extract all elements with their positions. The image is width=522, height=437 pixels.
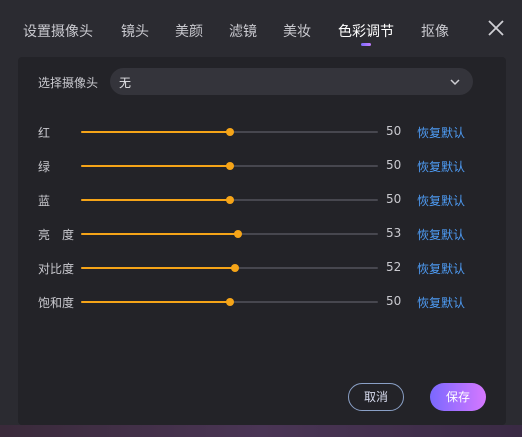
reset-default-link[interactable]: 恢复默认	[417, 158, 465, 175]
active-tab-indicator	[361, 43, 371, 46]
slider-label: 蓝	[38, 194, 51, 208]
cancel-button[interactable]: 取消	[348, 383, 404, 411]
slider-track[interactable]	[81, 230, 378, 238]
slider-value: 50	[386, 192, 402, 206]
slider-track[interactable]	[81, 298, 378, 306]
slider-label: 饱和度	[38, 296, 75, 310]
slider-thumb[interactable]	[225, 196, 234, 204]
slider-value: 53	[386, 226, 402, 240]
slider-value: 50	[386, 158, 402, 172]
tab-makeup[interactable]: 美妆	[283, 21, 311, 41]
slider-label: 对比度	[38, 262, 75, 276]
reset-default-link[interactable]: 恢复默认	[417, 192, 465, 209]
slider-row-green: 绿 50 恢复默认	[0, 156, 522, 176]
slider-thumb[interactable]	[225, 162, 234, 170]
slider-row-red: 红 50 恢复默认	[0, 122, 522, 142]
close-icon[interactable]	[487, 19, 505, 37]
slider-fill	[81, 267, 236, 269]
tab-color-adjust[interactable]: 色彩调节	[338, 21, 394, 41]
tab-bar: 设置摄像头 镜头 美颜 滤镜 美妆 色彩调节 抠像	[0, 0, 522, 58]
slider-value: 52	[386, 260, 402, 274]
save-button[interactable]: 保存	[430, 383, 486, 411]
reset-default-link[interactable]: 恢复默认	[417, 226, 465, 243]
reset-default-link[interactable]: 恢复默认	[417, 124, 465, 141]
slider-row-saturation: 饱和度 50 恢复默认	[0, 292, 522, 312]
slider-track[interactable]	[81, 196, 378, 204]
camera-select[interactable]: 无	[110, 68, 473, 95]
slider-fill	[81, 233, 239, 235]
tab-matting[interactable]: 抠像	[421, 21, 449, 41]
tab-beauty[interactable]: 美颜	[175, 21, 203, 41]
tab-filter[interactable]: 滤镜	[229, 21, 257, 41]
background-strip	[0, 425, 522, 437]
slider-thumb[interactable]	[234, 230, 243, 238]
slider-track[interactable]	[81, 264, 378, 272]
slider-label: 亮 度	[38, 228, 75, 242]
reset-default-link[interactable]: 恢复默认	[417, 294, 465, 311]
slider-fill	[81, 131, 230, 133]
chevron-down-icon	[450, 79, 460, 86]
slider-thumb[interactable]	[225, 298, 234, 306]
slider-fill	[81, 199, 230, 201]
slider-thumb[interactable]	[225, 128, 234, 136]
slider-value: 50	[386, 294, 402, 308]
slider-track[interactable]	[81, 128, 378, 136]
tab-lens[interactable]: 镜头	[121, 21, 149, 41]
slider-track[interactable]	[81, 162, 378, 170]
slider-label: 绿	[38, 160, 51, 174]
camera-select-label: 选择摄像头	[38, 76, 99, 90]
slider-value: 50	[386, 124, 402, 138]
slider-thumb[interactable]	[231, 264, 240, 272]
slider-row-contrast: 对比度 52 恢复默认	[0, 258, 522, 278]
slider-row-brightness: 亮 度 53 恢复默认	[0, 224, 522, 244]
tab-camera-settings[interactable]: 设置摄像头	[23, 21, 93, 41]
slider-fill	[81, 165, 230, 167]
camera-select-value: 无	[119, 76, 132, 90]
reset-default-link[interactable]: 恢复默认	[417, 260, 465, 277]
slider-fill	[81, 301, 230, 303]
color-adjust-dialog: 设置摄像头 镜头 美颜 滤镜 美妆 色彩调节 抠像 选择摄像头 无 红 50 恢…	[0, 0, 522, 437]
slider-label: 红	[38, 126, 51, 140]
slider-row-blue: 蓝 50 恢复默认	[0, 190, 522, 210]
